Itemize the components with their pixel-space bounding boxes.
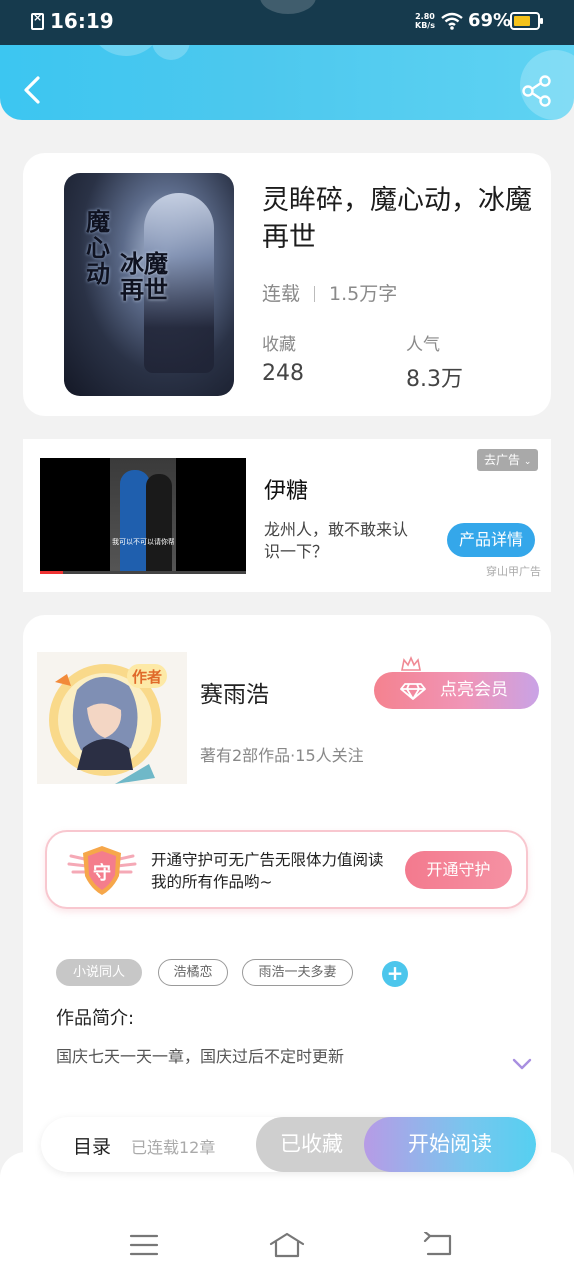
ad-video-progress	[40, 571, 246, 574]
tag-item[interactable]: 浩橘恋	[158, 959, 228, 986]
app-header: 16:19 2.80 KB/s 69%	[0, 0, 574, 120]
ad-source: 穿山甲广告	[486, 565, 541, 578]
chapter-count: 已连载12章	[131, 1138, 216, 1157]
wifi-icon	[441, 12, 463, 30]
book-title: 灵眸碎，魔心动，冰魔再世	[262, 185, 532, 253]
share-icon[interactable]	[520, 74, 554, 108]
guard-icon-text: 守	[93, 862, 111, 884]
net-speed-value: 2.80	[415, 12, 435, 21]
net-speed-unit: KB/s	[415, 21, 435, 30]
book-info-card: 魔心动 冰魔再世 灵眸碎，魔心动，冰魔再世 连载 1.5万字 收藏 248 人气 …	[23, 153, 551, 416]
author-avatar[interactable]: 作者	[37, 652, 187, 784]
add-tag-button[interactable]: +	[382, 961, 408, 987]
battery-icon	[510, 12, 543, 30]
author-name[interactable]: 赛雨浩	[200, 675, 269, 709]
open-guard-button[interactable]: 开通守护	[405, 851, 512, 889]
book-status: 连载	[262, 283, 301, 305]
intro-label: 作品简介:	[56, 1008, 135, 1029]
vip-button-label: 点亮会员	[440, 680, 508, 700]
guard-shield-icon: 守	[67, 846, 137, 895]
crown-icon	[401, 655, 421, 671]
book-meta: 连载 1.5万字	[262, 279, 397, 306]
popularity-label: 人气	[406, 335, 440, 355]
favorites-count: 248	[262, 361, 304, 386]
tag-item[interactable]: 雨浩一夫多妻	[242, 959, 353, 986]
ad-video[interactable]: 我可以不可以请你帮我	[40, 458, 246, 574]
ad-title: 伊糖	[264, 479, 309, 504]
cover-title-left: 魔心动	[86, 207, 110, 288]
author-info: 著有2部作品·15人关注	[200, 746, 364, 765]
cover-title-right: 冰魔再世	[120, 249, 168, 304]
chevron-down-icon: ⌄	[523, 457, 532, 467]
menu-icon[interactable]	[129, 1232, 159, 1258]
author-badge: 作者	[132, 668, 162, 686]
toc-button[interactable]: 目录	[73, 1132, 111, 1159]
vip-button[interactable]: 点亮会员	[374, 655, 539, 709]
book-cover[interactable]: 魔心动 冰魔再世	[64, 173, 234, 396]
meta-divider	[314, 286, 316, 302]
ad-detail-button[interactable]: 产品详情	[447, 523, 535, 557]
sim-off-icon	[31, 11, 44, 30]
favorites-label: 收藏	[262, 335, 296, 355]
net-speed: 2.80 KB/s	[415, 12, 435, 30]
camera-notch	[260, 0, 316, 14]
status-bar: 16:19 2.80 KB/s 69%	[0, 0, 574, 45]
ad-video-subtitle: 我可以不可以请你帮我	[112, 538, 174, 546]
back-icon[interactable]	[422, 1232, 454, 1258]
book-word-count: 1.5万字	[329, 283, 398, 305]
ad-video-person	[146, 474, 172, 574]
popularity-count: 8.3万	[406, 367, 463, 392]
battery-percent: 69%	[468, 10, 512, 31]
ad-banner[interactable]: 我可以不可以请你帮我 伊糖 龙州人，敢不敢来认识一下？ 去广告 ⌄ 产品详情 穿…	[23, 439, 551, 592]
ad-description: 龙州人，敢不敢来认识一下？	[264, 520, 409, 561]
home-icon[interactable]	[268, 1232, 306, 1258]
start-reading-button[interactable]: 开始阅读	[364, 1117, 536, 1172]
guard-text: 开通守护可无广告无限体力值阅读我的所有作品哟~	[151, 851, 384, 891]
status-time: 16:19	[50, 9, 114, 33]
guard-banner: 守 开通守护可无广告无限体力值阅读我的所有作品哟~ 开通守护	[45, 830, 528, 909]
remove-ad-button[interactable]: 去广告 ⌄	[477, 449, 539, 471]
remove-ad-label: 去广告	[484, 453, 521, 467]
diamond-icon	[400, 683, 426, 700]
chevron-left-icon[interactable]	[18, 72, 48, 108]
intro-text: 国庆七天一天一章，国庆过后不定时更新	[56, 1047, 345, 1066]
tag-item[interactable]: 小说同人	[56, 959, 142, 986]
book-action-bar: 目录 已连载12章 已收藏 开始阅读	[41, 1117, 536, 1172]
chevron-down-icon[interactable]	[512, 1057, 532, 1071]
